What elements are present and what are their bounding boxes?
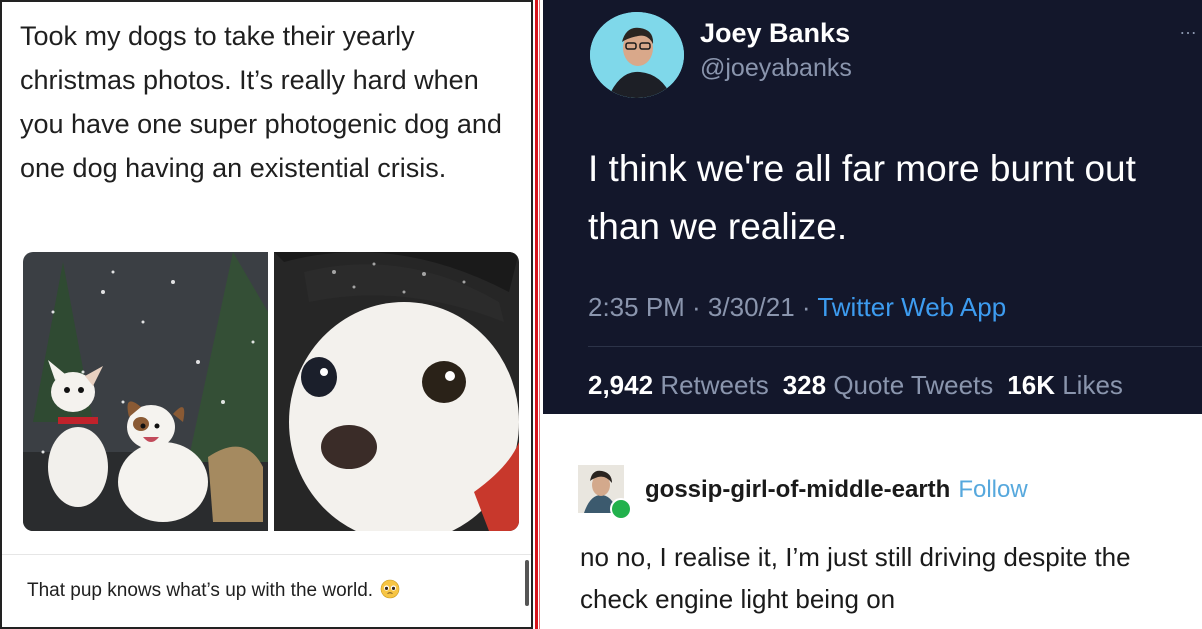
likes-stat[interactable]: 16K Likes bbox=[1007, 370, 1123, 400]
tweet-card: Joey Banks @joeyabanks … I think we're a… bbox=[543, 0, 1202, 414]
tweet-meta: 2:35 PM · 3/30/21 · Twitter Web App bbox=[588, 292, 1006, 323]
caption-text: That pup knows what’s up with the world. bbox=[27, 579, 400, 602]
left-post-panel: Took my dogs to take their yearly christ… bbox=[0, 0, 533, 629]
follow-button[interactable]: Follow bbox=[958, 476, 1027, 503]
avatar[interactable] bbox=[590, 12, 684, 98]
dogs-christmas-photo[interactable] bbox=[23, 252, 268, 531]
tumblr-username[interactable]: gossip-girl-of-middle-earth bbox=[645, 476, 950, 503]
quotes-count: 328 bbox=[782, 370, 827, 400]
more-options-icon[interactable]: … bbox=[1179, 18, 1198, 39]
red-separator bbox=[533, 0, 543, 629]
likes-label: Likes bbox=[1062, 370, 1123, 400]
caption-divider bbox=[2, 554, 531, 555]
user-handle[interactable]: @joeyabanks bbox=[700, 54, 852, 83]
retweets-stat[interactable]: 2,942 Retweets bbox=[588, 370, 769, 400]
scrollbar-thumb[interactable] bbox=[525, 560, 529, 606]
retweets-label: Retweets bbox=[660, 370, 769, 400]
photo-grid[interactable] bbox=[23, 252, 519, 531]
post-text: Took my dogs to take their yearly christ… bbox=[20, 21, 502, 183]
avatar-portrait-icon bbox=[590, 12, 684, 98]
quotes-stat[interactable]: 328 Quote Tweets bbox=[783, 370, 994, 400]
tweet-stats: 2,942 Retweets 328 Quote Tweets 16K Likes bbox=[588, 370, 1123, 401]
tweet-divider bbox=[588, 346, 1202, 347]
dog-closeup-photo[interactable] bbox=[274, 252, 519, 531]
caption-label: That pup knows what’s up with the world. bbox=[27, 580, 374, 601]
follow-badge-icon bbox=[610, 498, 632, 520]
tweet-timestamp[interactable]: 2:35 PM · 3/30/21 · bbox=[588, 292, 817, 322]
likes-count: 16K bbox=[1007, 370, 1055, 400]
quotes-label: Quote Tweets bbox=[833, 370, 994, 400]
display-name[interactable]: Joey Banks bbox=[700, 18, 850, 49]
tumblr-reply-card: gossip-girl-of-middle-earth Follow no no,… bbox=[543, 414, 1202, 629]
pleading-face-icon bbox=[381, 579, 400, 599]
tweet-app-link[interactable]: Twitter Web App bbox=[817, 292, 1006, 322]
tumblr-username-row: gossip-girl-of-middle-earth Follow bbox=[645, 476, 1028, 504]
tumblr-reply-text: no no, I realise it, I’m just still driv… bbox=[580, 542, 1131, 614]
tweet-body: I think we're all far more burnt out tha… bbox=[588, 148, 1136, 247]
retweets-count: 2,942 bbox=[588, 370, 654, 400]
